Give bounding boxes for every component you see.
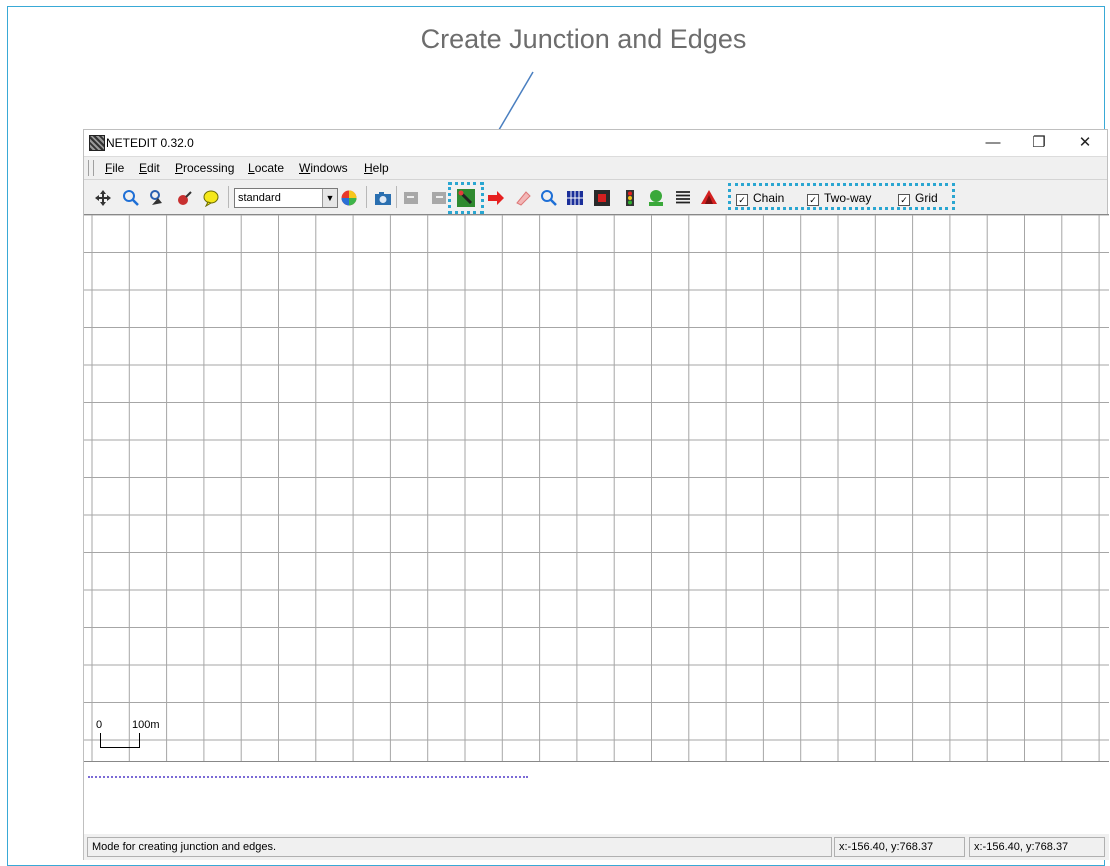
minimize-button[interactable]: — xyxy=(975,130,1011,156)
inspect-icon[interactable] xyxy=(202,189,220,207)
scheme-select[interactable]: standard ▼ xyxy=(234,188,338,208)
create-edge-icon[interactable] xyxy=(457,189,475,207)
delete-mode-icon[interactable] xyxy=(514,189,532,207)
close-button[interactable]: ✕ xyxy=(1067,130,1103,156)
inspect-mode-icon[interactable] xyxy=(540,189,558,207)
move-mode-icon[interactable] xyxy=(487,189,505,207)
title-bar: NETEDIT 0.32.0 — ❐ ✕ xyxy=(84,130,1107,156)
grid-checkbox[interactable]: ✓ Grid xyxy=(898,191,938,206)
check-icon: ✓ xyxy=(898,194,910,206)
connection-icon[interactable] xyxy=(593,189,611,207)
select-mode-icon[interactable] xyxy=(566,189,584,207)
restore-button[interactable]: ❐ xyxy=(1021,130,1057,156)
menu-locate[interactable]: Locate xyxy=(248,161,284,175)
locate-icon[interactable] xyxy=(148,189,166,207)
two-way-label: Two-way xyxy=(824,191,872,205)
message-window xyxy=(84,762,1109,834)
crossing-icon[interactable] xyxy=(674,189,692,207)
menu-processing[interactable]: Processing xyxy=(175,161,234,175)
netedit-window: NETEDIT 0.32.0 — ❐ ✕ File Edit Processin… xyxy=(83,129,1109,860)
status-coordinates-2: x:-156.40, y:768.37 xyxy=(969,837,1105,857)
color-wheel-icon[interactable] xyxy=(340,189,358,207)
delete-icon[interactable] xyxy=(176,189,194,207)
status-message: Mode for creating junction and edges. xyxy=(87,837,832,857)
toolbar-separator xyxy=(396,186,397,208)
scale-label: 100m xyxy=(132,719,160,731)
window-title: NETEDIT 0.32.0 xyxy=(106,136,194,150)
redo-icon[interactable] xyxy=(430,189,448,207)
scheme-select-value: standard xyxy=(238,192,281,204)
toolbar: standard ▼ ✓ Chain ✓ Two-way ✓ Grid xyxy=(84,179,1107,215)
scale-zero-label: 0 xyxy=(96,719,103,731)
menu-bar: File Edit Processing Locate Windows Help xyxy=(84,156,1107,179)
menubar-grip[interactable] xyxy=(88,160,94,176)
menu-file[interactable]: File xyxy=(105,161,124,175)
scale-bar xyxy=(100,733,140,748)
check-icon: ✓ xyxy=(807,194,819,206)
undo-icon[interactable] xyxy=(402,189,420,207)
additional-icon[interactable] xyxy=(647,189,665,207)
status-bar: Mode for creating junction and edges. x:… xyxy=(84,834,1109,860)
message-separator xyxy=(88,776,528,778)
toolbar-separator xyxy=(228,186,229,208)
grid-overlay xyxy=(84,215,1109,761)
app-icon xyxy=(89,135,105,151)
chain-label: Chain xyxy=(753,191,785,205)
menu-edit[interactable]: Edit xyxy=(139,161,160,175)
menu-windows[interactable]: Windows xyxy=(299,161,348,175)
check-icon: ✓ xyxy=(736,194,748,206)
traffic-light-icon[interactable] xyxy=(621,189,639,207)
two-way-checkbox[interactable]: ✓ Two-way xyxy=(807,191,871,206)
camera-icon[interactable] xyxy=(374,189,392,207)
grid-label: Grid xyxy=(915,191,938,205)
menu-help[interactable]: Help xyxy=(364,161,389,175)
move-icon[interactable] xyxy=(94,189,112,207)
network-canvas[interactable]: 0 100m xyxy=(84,214,1109,762)
status-coordinates: x:-156.40, y:768.37 xyxy=(834,837,965,857)
polygon-icon[interactable] xyxy=(700,189,718,207)
chevron-down-icon[interactable]: ▼ xyxy=(322,189,337,207)
toolbar-separator xyxy=(366,186,367,208)
chain-checkbox[interactable]: ✓ Chain xyxy=(736,191,784,206)
zoom-icon[interactable] xyxy=(122,189,140,207)
